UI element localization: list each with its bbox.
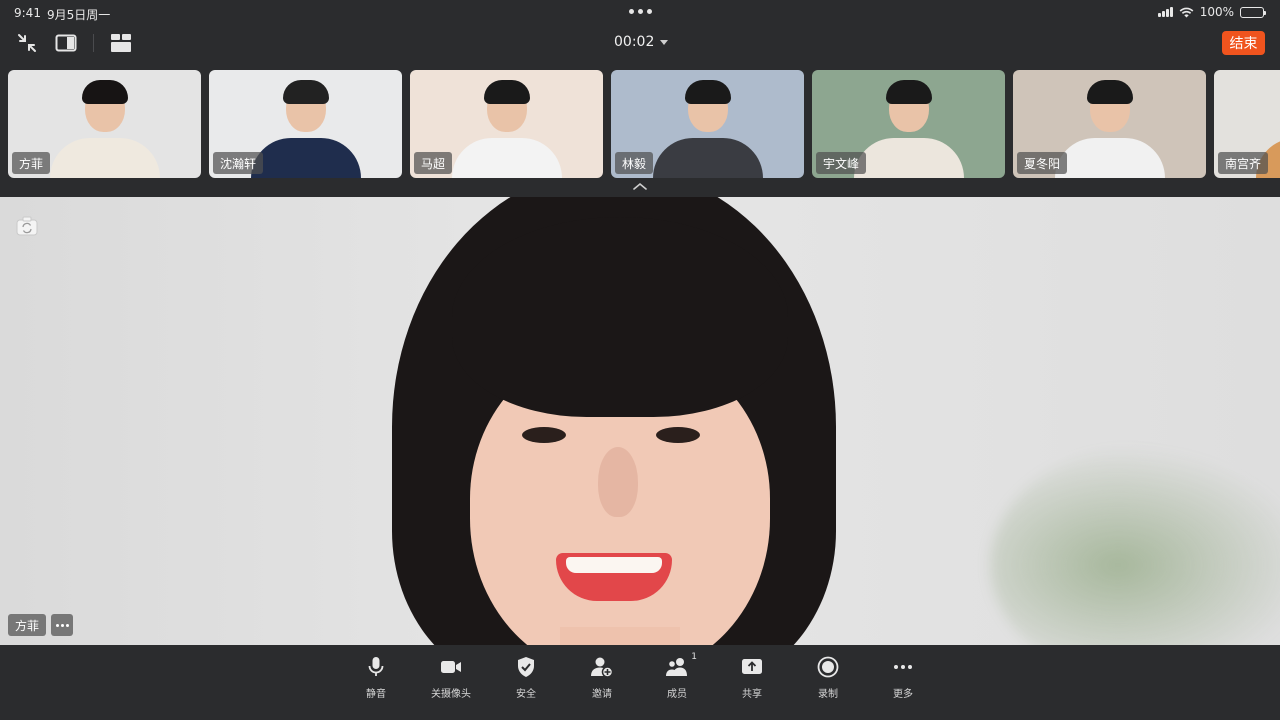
status-date: 9月5日周一	[47, 8, 111, 22]
participant-avatar	[1255, 80, 1280, 178]
top-toolbar: 00:02 结束	[0, 28, 1280, 58]
speaker-right-eye	[656, 427, 700, 443]
chevron-up-icon[interactable]	[632, 181, 648, 191]
minimize-icon[interactable]	[15, 31, 39, 55]
bottom-toolbar: 静音 关摄像头 安全 邀请 1 成员 共享 录制 更多	[0, 645, 1280, 720]
participant-avatar	[652, 80, 763, 178]
status-bar: 9:41 9月5日周一 100%	[0, 0, 1280, 24]
participant-tile[interactable]: 沈瀚轩	[209, 70, 402, 178]
video-camera-icon	[439, 655, 463, 679]
member-count-badge: 1	[691, 652, 697, 662]
timer-text: 00:02	[614, 34, 655, 50]
switch-camera-icon[interactable]	[16, 216, 38, 236]
share-button[interactable]: 共享	[722, 655, 782, 701]
speaker-neck	[560, 627, 680, 645]
participant-name-tag: 夏冬阳	[1017, 152, 1068, 174]
battery-percent: 100%	[1199, 5, 1234, 19]
participant-name-tag: 沈瀚轩	[213, 152, 264, 174]
record-icon	[816, 655, 840, 679]
speaker-name-tag: 方菲	[8, 614, 47, 636]
members-icon: 1	[665, 652, 697, 679]
status-indicators: 100%	[1157, 5, 1266, 19]
invite-button[interactable]: 邀请	[572, 655, 632, 701]
split-view-icon[interactable]	[54, 31, 78, 55]
participant-avatar	[250, 80, 361, 178]
participant-tile[interactable]: 夏冬阳	[1013, 70, 1206, 178]
participant-name-tag: 马超	[414, 152, 453, 174]
meeting-timer[interactable]: 00:02	[614, 34, 669, 50]
participant-name-tag: 南宫齐	[1218, 152, 1269, 174]
security-button[interactable]: 安全	[496, 655, 556, 701]
speaker-left-eye	[522, 427, 566, 443]
participant-tile[interactable]: 马超	[410, 70, 603, 178]
participant-avatar	[49, 80, 160, 178]
main-speaker-video[interactable]	[0, 197, 1280, 645]
wifi-icon	[1179, 7, 1194, 17]
camera-off-label: 关摄像头	[431, 689, 471, 700]
record-label: 录制	[818, 689, 838, 700]
background-plant	[990, 445, 1280, 645]
security-label: 安全	[516, 689, 536, 700]
meeting-app: 9:41 9月5日周一 100% 00:02 结束 方菲 沈瀚轩 马超 林毅 宇…	[0, 0, 1280, 720]
participant-avatar	[853, 80, 964, 178]
camera-off-button[interactable]: 关摄像头	[421, 655, 481, 701]
participant-tile[interactable]: 林毅	[611, 70, 804, 178]
chevron-down-icon	[660, 39, 669, 45]
toolbar-divider	[93, 34, 94, 52]
mute-button[interactable]: 静音	[346, 655, 406, 701]
battery-icon	[1240, 6, 1266, 18]
participant-tile[interactable]: 方菲	[8, 70, 201, 178]
shield-icon	[514, 655, 538, 679]
mute-label: 静音	[366, 689, 386, 700]
gallery-layout-icon[interactable]	[109, 31, 133, 55]
participant-tile[interactable]: 宇文峰	[812, 70, 1005, 178]
multitasking-dots-icon[interactable]	[629, 9, 652, 14]
record-button[interactable]: 录制	[798, 655, 858, 701]
participant-name-tag: 林毅	[615, 152, 654, 174]
more-icon	[891, 655, 915, 679]
participant-name-tag: 方菲	[12, 152, 51, 174]
share-label: 共享	[742, 689, 762, 700]
share-screen-icon	[740, 655, 764, 679]
speaker-nose	[598, 447, 638, 517]
more-button[interactable]: 更多	[873, 655, 933, 701]
status-time: 9:41	[14, 6, 41, 20]
cellular-signal-icon	[1157, 7, 1173, 17]
microphone-icon	[364, 655, 388, 679]
participant-avatar	[451, 80, 562, 178]
more-label: 更多	[893, 689, 913, 700]
participant-strip[interactable]: 方菲 沈瀚轩 马超 林毅 宇文峰 夏冬阳 南宫齐	[8, 70, 1280, 178]
invite-label: 邀请	[592, 689, 612, 700]
speaker-bangs	[452, 217, 788, 417]
add-user-icon	[590, 655, 614, 679]
participant-avatar	[1054, 80, 1165, 178]
participant-tile[interactable]: 南宫齐	[1214, 70, 1280, 178]
participant-name-tag: 宇文峰	[816, 152, 867, 174]
end-meeting-button[interactable]: 结束	[1222, 31, 1265, 55]
members-button[interactable]: 1 成员	[647, 652, 707, 701]
speaker-more-button[interactable]	[51, 614, 73, 636]
members-label: 成员	[667, 689, 687, 700]
